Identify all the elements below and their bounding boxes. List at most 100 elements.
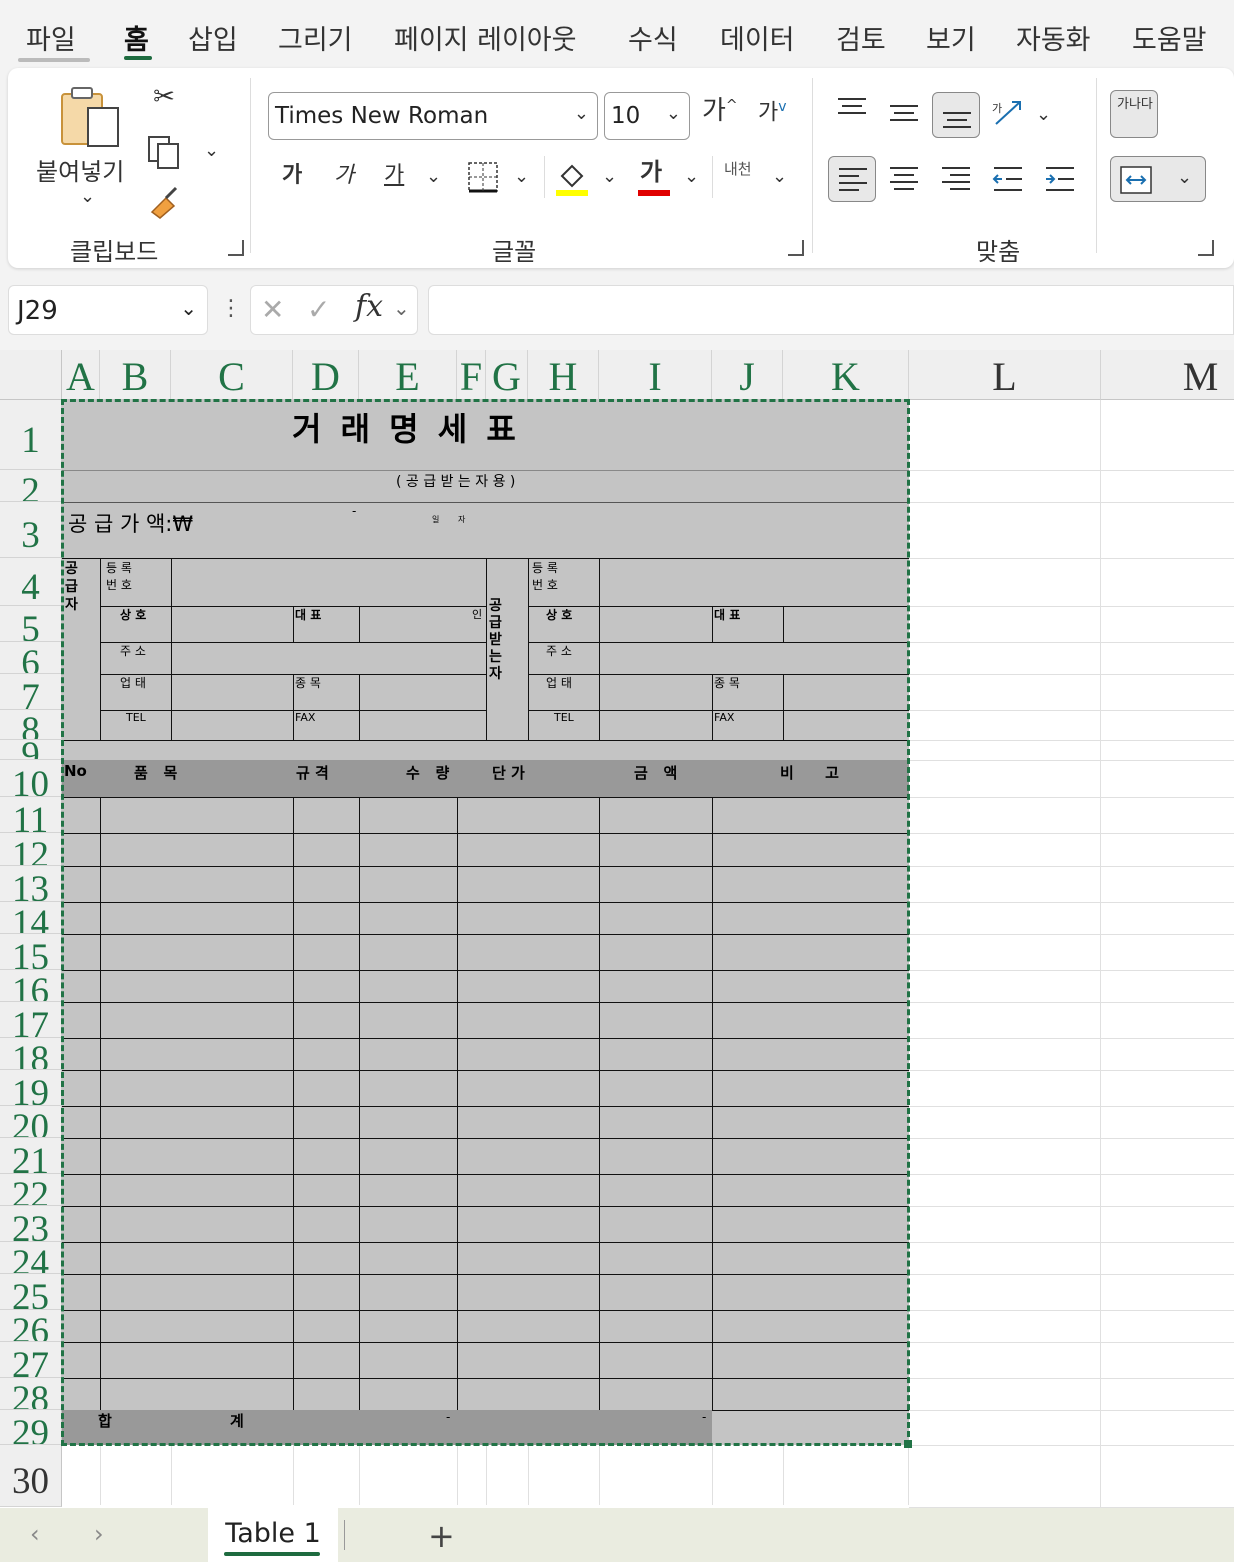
phonetic-dropdown-icon[interactable]: ⌄ (772, 166, 787, 187)
row-header-4[interactable]: 4 (0, 558, 62, 606)
worksheet-grid[interactable]: A B C D E F G H I J K L M 12345678910111… (0, 350, 1234, 1508)
tab-home[interactable]: 홈 (124, 18, 149, 57)
font-color-button[interactable]: 가 (640, 160, 662, 184)
col-header-h[interactable]: H (528, 350, 599, 400)
col-header-g[interactable]: G (486, 350, 528, 400)
font-launcher-icon[interactable] (788, 240, 804, 256)
align-center-icon[interactable] (888, 164, 920, 194)
row-header-20[interactable]: 20 (0, 1106, 62, 1138)
col-header-k[interactable]: K (783, 350, 909, 400)
row-header-27[interactable]: 27 (0, 1342, 62, 1378)
row-header-22[interactable]: 22 (0, 1174, 62, 1206)
tab-data[interactable]: 데이터 (720, 18, 795, 57)
borders-icon[interactable] (466, 160, 500, 194)
chevron-down-icon[interactable]: ⌄ (393, 298, 410, 318)
row-header-25[interactable]: 25 (0, 1274, 62, 1310)
wrap-text-button[interactable]: 가나다 (1110, 90, 1158, 138)
row-header-18[interactable]: 18 (0, 1038, 62, 1070)
align-bottom-button[interactable] (932, 92, 980, 138)
clipboard-launcher-icon[interactable] (228, 240, 244, 256)
row-header-11[interactable]: 11 (0, 797, 62, 833)
cut-icon[interactable]: ✂ (150, 84, 178, 110)
row-header-28[interactable]: 28 (0, 1378, 62, 1410)
row-header-14[interactable]: 14 (0, 902, 62, 934)
row-header-17[interactable]: 17 (0, 1002, 62, 1038)
underline-dropdown-icon[interactable]: ⌄ (426, 166, 441, 187)
tab-view[interactable]: 보기 (926, 18, 976, 57)
row-header-3[interactable]: 3 (0, 502, 62, 558)
grow-font-button[interactable]: 가^ (702, 98, 738, 124)
merge-center-button[interactable]: ⌄ (1110, 156, 1206, 202)
underline-button[interactable]: 가 (384, 165, 404, 187)
col-header-i[interactable]: I (599, 350, 712, 400)
sheet-tab-table-1[interactable]: Table 1 (208, 1508, 338, 1562)
format-painter-icon[interactable] (146, 184, 182, 220)
row-header-2[interactable]: 2 (0, 470, 62, 502)
col-header-b[interactable]: B (100, 350, 171, 400)
row-header-23[interactable]: 23 (0, 1206, 62, 1242)
col-header-m[interactable]: M (1101, 350, 1234, 400)
enter-icon[interactable]: ✓ (307, 296, 330, 324)
tab-draw[interactable]: 그리기 (278, 18, 353, 57)
col-header-d[interactable]: D (293, 350, 359, 400)
row-header-9[interactable]: 9 (0, 740, 62, 760)
fill-color-icon[interactable] (554, 158, 590, 198)
chevron-left-icon[interactable]: ‹ (30, 1522, 40, 1546)
paste-dropdown-icon[interactable]: ⌄ (80, 186, 95, 207)
align-top-icon[interactable] (836, 96, 868, 122)
row-header-5[interactable]: 5 (0, 606, 62, 642)
col-header-l[interactable]: L (909, 350, 1101, 400)
align-middle-icon[interactable] (888, 100, 920, 126)
paste-button[interactable]: 붙여넣기 ⌄ (30, 82, 140, 212)
fill-handle[interactable] (904, 1440, 912, 1448)
bold-button[interactable]: 가 (282, 165, 302, 187)
increase-indent-icon[interactable] (1044, 164, 1076, 194)
select-all-corner[interactable] (0, 350, 62, 400)
row-header-7[interactable]: 7 (0, 674, 62, 710)
col-header-f[interactable]: F (457, 350, 486, 400)
col-header-a[interactable]: A (62, 350, 100, 400)
copy-icon[interactable] (146, 134, 182, 170)
align-left-button[interactable] (828, 156, 876, 202)
row-header-24[interactable]: 24 (0, 1242, 62, 1274)
row-header-16[interactable]: 16 (0, 970, 62, 1002)
align-right-icon[interactable] (940, 164, 972, 194)
name-box[interactable]: J29 ⌄ (8, 285, 208, 335)
row-header-26[interactable]: 26 (0, 1310, 62, 1342)
formula-input[interactable] (428, 285, 1234, 335)
row-header-29[interactable]: 29 (0, 1410, 62, 1445)
col-header-c[interactable]: C (171, 350, 293, 400)
row-header-12[interactable]: 12 (0, 833, 62, 866)
alignment-launcher-icon[interactable] (1198, 240, 1214, 256)
row-header-8[interactable]: 8 (0, 710, 62, 740)
col-header-e[interactable]: E (359, 350, 457, 400)
row-header-6[interactable]: 6 (0, 642, 62, 674)
add-sheet-icon[interactable]: + (428, 1520, 455, 1552)
tab-automate[interactable]: 자동화 (1016, 18, 1091, 57)
row-header-19[interactable]: 19 (0, 1070, 62, 1106)
tab-formulas[interactable]: 수식 (628, 18, 678, 57)
more-options-icon[interactable]: ⋮ (220, 298, 242, 320)
tab-help[interactable]: 도움말 (1132, 18, 1207, 57)
row-header-30[interactable]: 30 (0, 1445, 62, 1507)
italic-button[interactable]: 가 (334, 165, 354, 187)
chevron-right-icon[interactable]: › (94, 1522, 104, 1546)
tab-insert[interactable]: 삽입 (188, 18, 238, 57)
row-header-1[interactable]: 1 (0, 400, 62, 470)
row-header-21[interactable]: 21 (0, 1138, 62, 1174)
orientation-icon[interactable]: 가 (990, 96, 1026, 130)
insert-function-icon[interactable]: fx (355, 292, 383, 322)
fill-color-dropdown-icon[interactable]: ⌄ (602, 166, 617, 187)
col-header-j[interactable]: J (712, 350, 783, 400)
font-name-select[interactable]: Times New Roman ⌄ (268, 92, 598, 140)
phonetic-button[interactable]: 내천 (724, 162, 752, 177)
copy-dropdown-icon[interactable]: ⌄ (204, 140, 219, 161)
tab-review[interactable]: 검토 (836, 18, 886, 57)
tab-file[interactable]: 파일 (26, 18, 76, 57)
borders-dropdown-icon[interactable]: ⌄ (514, 166, 529, 187)
font-size-select[interactable]: 10 ⌄ (604, 92, 690, 140)
shrink-font-button[interactable]: 가v (758, 100, 787, 124)
tab-page-layout[interactable]: 페이지 레이아웃 (394, 18, 576, 57)
orientation-dropdown-icon[interactable]: ⌄ (1036, 104, 1051, 125)
row-header-15[interactable]: 15 (0, 934, 62, 970)
